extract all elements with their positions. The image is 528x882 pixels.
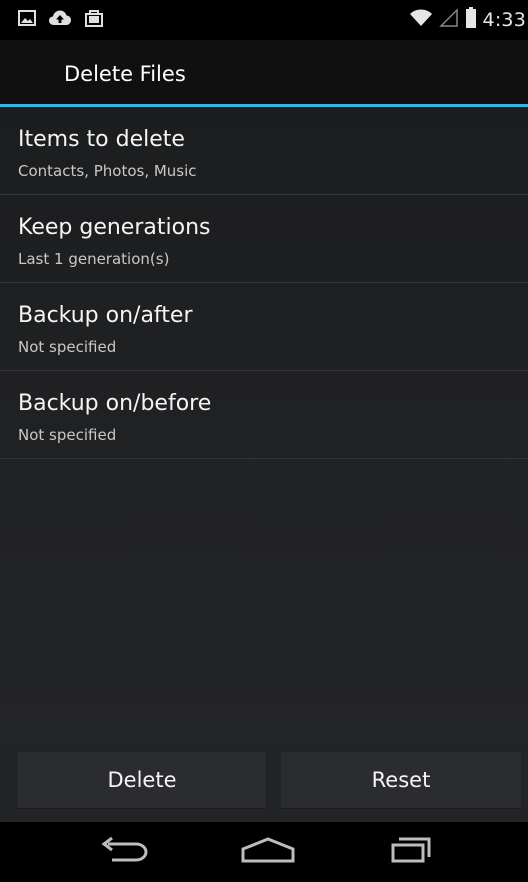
reset-button[interactable]: Reset bbox=[281, 752, 521, 809]
setting-title: Keep generations bbox=[18, 215, 211, 240]
setting-summary: Contacts, Photos, Music bbox=[18, 162, 197, 180]
system-icons: 4:33 bbox=[409, 7, 528, 33]
delete-button[interactable]: Delete bbox=[18, 752, 266, 809]
notification-icons bbox=[18, 8, 104, 32]
home-button[interactable] bbox=[228, 830, 308, 874]
setting-backup-on-before[interactable]: Backup on/before Not specified bbox=[0, 371, 528, 459]
back-button[interactable] bbox=[84, 830, 164, 874]
action-bar: Delete Files bbox=[0, 40, 528, 104]
setting-title: Backup on/after bbox=[18, 303, 193, 328]
setting-keep-generations[interactable]: Keep generations Last 1 generation(s) bbox=[0, 195, 528, 283]
setting-backup-on-after[interactable]: Backup on/after Not specified bbox=[0, 283, 528, 371]
setting-summary: Not specified bbox=[18, 426, 117, 444]
setting-title: Backup on/before bbox=[18, 391, 212, 416]
setting-summary: Not specified bbox=[18, 338, 117, 356]
recent-apps-button[interactable] bbox=[371, 830, 451, 874]
navigation-bar bbox=[0, 822, 528, 882]
cloud-upload-icon bbox=[48, 9, 72, 31]
clock: 4:33 bbox=[482, 9, 526, 31]
page-title: Delete Files bbox=[64, 62, 186, 86]
setting-summary: Last 1 generation(s) bbox=[18, 250, 170, 268]
status-bar: 4:33 bbox=[0, 0, 528, 40]
battery-icon bbox=[465, 7, 477, 33]
wifi-icon bbox=[409, 8, 433, 32]
setting-items-to-delete[interactable]: Items to delete Contacts, Photos, Music bbox=[0, 107, 528, 195]
signal-icon bbox=[438, 8, 459, 32]
image-icon bbox=[18, 9, 36, 31]
bag-icon bbox=[84, 8, 104, 32]
button-bar: Delete Reset bbox=[0, 740, 528, 822]
back-icon bbox=[98, 836, 150, 868]
settings-list: Items to delete Contacts, Photos, Music … bbox=[0, 107, 528, 740]
setting-title: Items to delete bbox=[18, 127, 185, 152]
recent-apps-icon bbox=[389, 835, 433, 869]
home-icon bbox=[239, 835, 297, 869]
